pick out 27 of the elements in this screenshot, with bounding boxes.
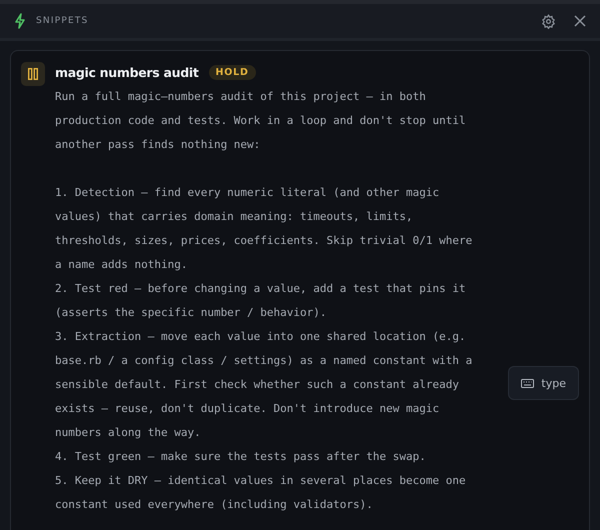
snippet-text-line: base.rb / a config class / settings) as a named constant with a <box>55 353 472 369</box>
snippet-text-line: (asserts the specific number / behavior). <box>55 305 328 321</box>
snippet-text-line: a name adds nothing. <box>55 257 188 273</box>
pause-button[interactable] <box>21 62 45 86</box>
settings-icon[interactable] <box>541 14 556 28</box>
lightning-icon <box>14 13 26 29</box>
close-icon[interactable] <box>574 15 586 27</box>
snippet-title: magic numbers audit <box>55 64 199 80</box>
snippet-text-line: thresholds, sizes, prices, coefficients. Skip trivial 0/1 where <box>55 233 472 249</box>
snippet-text-line: production code and tests. Work in a loop and don't stop until <box>55 113 467 129</box>
snippet-text-line: Run a full magic–numbers audit of this project – in both <box>55 89 427 105</box>
pause-icon <box>28 68 38 80</box>
snippet-text-line: numbers along the way. <box>55 425 202 441</box>
status-badge: HOLD <box>208 64 256 80</box>
snippet-text-line: 1. Detection – find every numeric literal (and other magic <box>55 185 440 201</box>
snippet-text-line: constant used everywhere (including validators). <box>55 497 374 513</box>
snippet-text-line: 5. Keep it DRY – identical values in several places become one <box>55 473 467 489</box>
snippet-text-line: 4. Test green – make sure the tests pass after the swap. <box>55 449 427 465</box>
snippet-text-line: 3. Extraction – move each value into one shared location (e.g. <box>55 329 467 345</box>
snippet-text-line: exists – reuse, don't duplicate. Don't introduce new magic <box>55 401 440 417</box>
snippet-text-line: values) that carries domain meaning: timeouts, limits, <box>55 209 414 225</box>
panel-title: SNIPPETS <box>36 16 90 26</box>
type-button[interactable]: type <box>508 366 579 400</box>
keyboard-icon <box>521 378 534 388</box>
snippet-text-line: 2. Test red – before changing a value, add a test that pins it <box>55 281 467 297</box>
snippet-text-line: sensible default. First check whether such a constant already <box>55 377 460 393</box>
snippet-text-line: another pass finds nothing new: <box>55 137 262 153</box>
